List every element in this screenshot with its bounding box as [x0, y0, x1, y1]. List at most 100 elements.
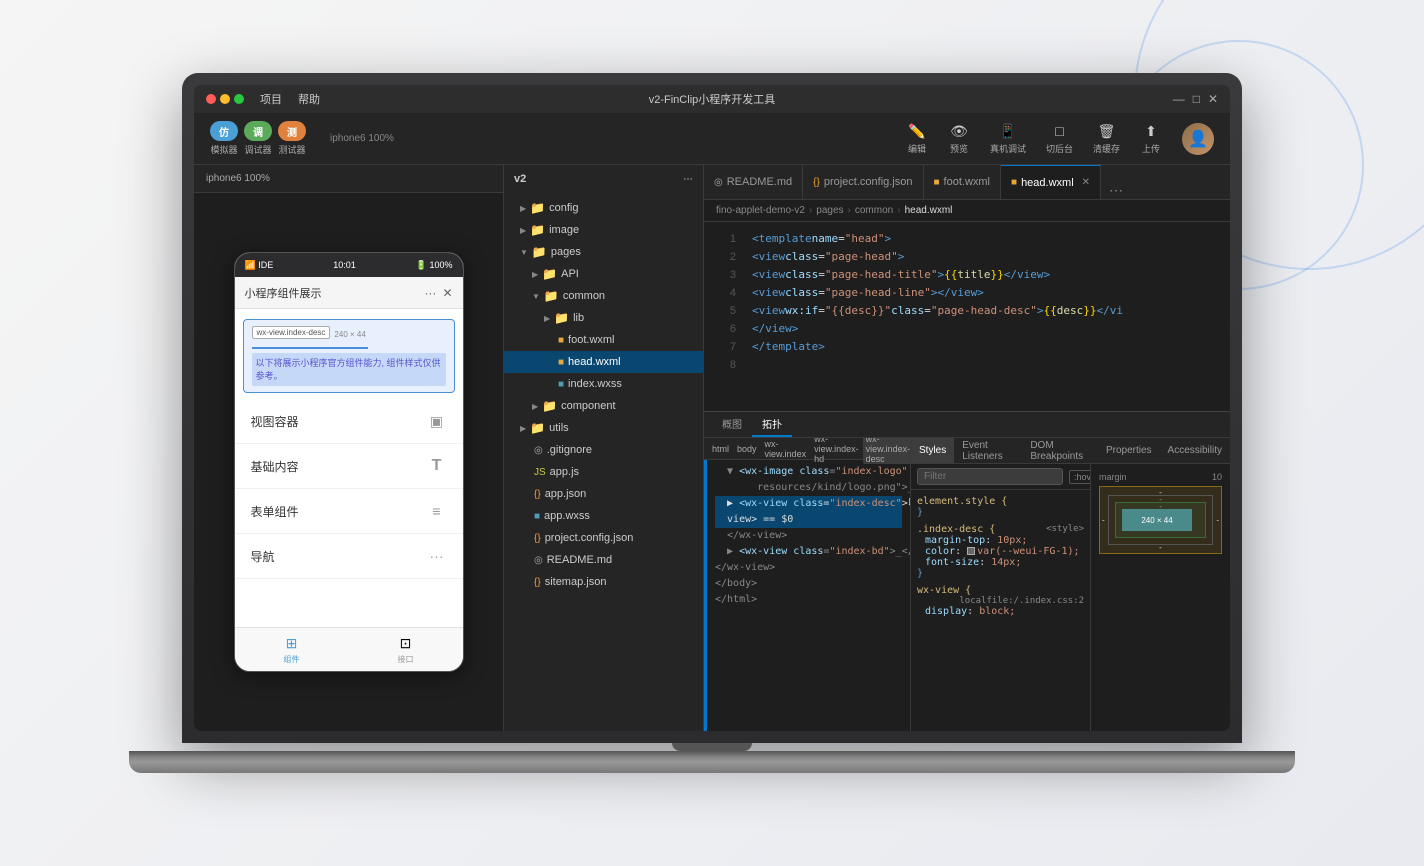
rule-index-desc: .index-desc { <style> margin-top: 10px; … [917, 524, 1084, 579]
path-wx-view-index[interactable]: wx-view.index [765, 439, 807, 459]
phone-close-icon[interactable]: ✕ [442, 286, 452, 300]
preview-icon: 👁 [948, 122, 970, 140]
tab-project-config[interactable]: {} project.config.json [803, 165, 923, 199]
simulate-button[interactable]: 仿 模拟器 [210, 121, 238, 156]
phone-time: 10:01 [333, 260, 356, 270]
tab-foot-wxml[interactable]: ■ foot.wxml [924, 165, 1002, 199]
file-label: config [549, 202, 578, 214]
edit-icon: ✏️ [906, 122, 928, 140]
file-tree[interactable]: ▶ 📁 config ▶ 📁 image [504, 193, 703, 731]
path-body[interactable]: body [737, 444, 757, 454]
test-button[interactable]: 测 测试器 [278, 121, 306, 156]
file-item-app-json[interactable]: {} app.json [504, 483, 703, 505]
devtools-tab-outline[interactable]: 拓扑 [752, 412, 792, 437]
chevron-right-icon: ▶ [532, 270, 538, 279]
folder-icon: 📁 [542, 267, 557, 281]
file-item-head-wxml[interactable]: ■ head.wxml [504, 351, 703, 373]
file-item-readme[interactable]: ◎ README.md [504, 549, 703, 571]
background-action[interactable]: □ 切后台 [1046, 122, 1073, 155]
tab-accessibility[interactable]: Accessibility [1160, 438, 1230, 463]
tab-dom-breakpoints[interactable]: DOM Breakpoints [1022, 438, 1098, 463]
menu-help[interactable]: 帮助 [298, 91, 320, 107]
file-item-sitemap[interactable]: {} sitemap.json [504, 571, 703, 593]
phone-desc-text: 以下将展示小程序官方组件能力, 组件样式仅供参考。 [252, 353, 446, 386]
file-item-image[interactable]: ▶ 📁 image [504, 219, 703, 241]
menu-item-view[interactable]: 视图容器 ▣ [235, 399, 463, 444]
css-close: } [917, 507, 1084, 518]
nav-component[interactable]: ⊞ 组件 [235, 635, 349, 665]
code-content[interactable]: <template name="head"> <view class="page… [740, 222, 1230, 411]
close-button[interactable] [206, 94, 216, 104]
chevron-down-icon: ▼ [520, 248, 528, 257]
menu-item-form[interactable]: 表单组件 ≡ [235, 489, 463, 534]
file-item-app-wxss[interactable]: ■ app.wxss [504, 505, 703, 527]
tab-properties[interactable]: Properties [1098, 438, 1160, 463]
tab-readme[interactable]: ◎ README.md [704, 165, 803, 199]
folder-icon: 📁 [542, 399, 557, 413]
nav-api[interactable]: ⊡ 接口 [349, 635, 463, 665]
tree-line: ▼ <wx-image class="index-logo" src="../r… [715, 464, 902, 480]
file-label: API [561, 268, 579, 280]
breadcrumb-pages: pages [816, 205, 843, 216]
highlight-size: 240 × 44 [334, 330, 365, 339]
file-item-api[interactable]: ▶ 📁 API [504, 263, 703, 285]
file-item-config[interactable]: ▶ 📁 config [504, 197, 703, 219]
css-selector-line: wx-view { localfile:/.index.css:2 [917, 585, 1084, 596]
background-label: 切后台 [1046, 142, 1073, 155]
file-item-foot-wxml[interactable]: ■ foot.wxml [504, 329, 703, 351]
phone-more-icon[interactable]: ··· [424, 286, 436, 300]
styles-body: :hov .cls + element.style { [911, 464, 1230, 731]
file-item-project-config[interactable]: {} project.config.json [504, 527, 703, 549]
minimize-icon[interactable]: — [1173, 92, 1185, 106]
debug-button[interactable]: 调 调试器 [244, 121, 272, 156]
file-item-index-wxss[interactable]: ■ index.wxss [504, 373, 703, 395]
tree-line-selected[interactable]: ▶ <wx-view class="index-desc">以下将展示小程序官方… [715, 496, 902, 512]
file-label: foot.wxml [568, 334, 614, 346]
file-label: app.wxss [544, 510, 590, 522]
maximize-button[interactable] [234, 94, 244, 104]
tab-event-listeners[interactable]: Event Listeners [954, 438, 1022, 463]
devtools-tab-tree[interactable]: 概图 [712, 412, 752, 437]
menu-item-basic[interactable]: 基础内容 T [235, 444, 463, 489]
upload-action[interactable]: ⬆ 上传 [1140, 122, 1162, 155]
file-label: index.wxss [568, 378, 622, 390]
box-model-label: margin [1099, 472, 1127, 482]
restore-icon[interactable]: □ [1193, 92, 1200, 106]
breadcrumb-root: fino-applet-demo-v2 [716, 205, 805, 216]
tab-styles[interactable]: Styles [911, 438, 954, 463]
tree-line: </html> [715, 592, 902, 608]
file-label: pages [551, 246, 581, 258]
filter-hov[interactable]: :hov [1069, 470, 1090, 484]
file-item-lib[interactable]: ▶ 📁 lib [504, 307, 703, 329]
zoom-level: 100% [368, 133, 394, 144]
css-selector-line: element.style { [917, 496, 1084, 507]
edit-action[interactable]: ✏️ 编辑 [906, 122, 928, 155]
file-item-app-js[interactable]: JS app.js [504, 461, 703, 483]
preview-action[interactable]: 👁 预览 [948, 122, 970, 155]
file-item-gitignore[interactable]: ◎ .gitignore [504, 439, 703, 461]
menu-item-nav[interactable]: 导航 ··· [235, 534, 463, 579]
path-html[interactable]: html [712, 444, 729, 454]
html-tree[interactable]: ▼ <wx-image class="index-logo" src="../r… [707, 460, 910, 731]
tab-close-icon[interactable]: ✕ [1082, 177, 1090, 188]
user-avatar[interactable]: 👤 [1182, 123, 1214, 155]
breadcrumb-file: head.wxml [905, 205, 953, 216]
close-icon[interactable]: ✕ [1208, 92, 1218, 106]
file-item-pages[interactable]: ▼ 📁 pages [504, 241, 703, 263]
device-debug-action[interactable]: 📱 真机调试 [990, 122, 1026, 155]
file-item-common[interactable]: ▼ 📁 common [504, 285, 703, 307]
chevron-down-icon: ▼ [532, 292, 540, 301]
phone-body: wx-view.index-desc 240 × 44 以下将展示小程序官方组件… [235, 309, 463, 627]
minimize-button[interactable] [220, 94, 230, 104]
tab-head-wxml[interactable]: ■ head.wxml ✕ [1001, 165, 1101, 199]
menu-project[interactable]: 项目 [260, 91, 282, 107]
preview-content: 📶 IDE 10:01 🔋 100% 小程序组件展示 ··· ✕ [194, 193, 503, 731]
phone-signal: 📶 IDE [245, 260, 274, 271]
more-tabs-button[interactable]: ⋯ [1101, 182, 1131, 199]
filter-input[interactable] [917, 468, 1063, 485]
file-item-utils[interactable]: ▶ 📁 utils [504, 417, 703, 439]
test-icon: 测 [278, 121, 306, 141]
clear-cache-action[interactable]: 🗑 清缓存 [1093, 122, 1120, 155]
file-item-component[interactable]: ▶ 📁 component [504, 395, 703, 417]
upload-label: 上传 [1142, 142, 1160, 155]
